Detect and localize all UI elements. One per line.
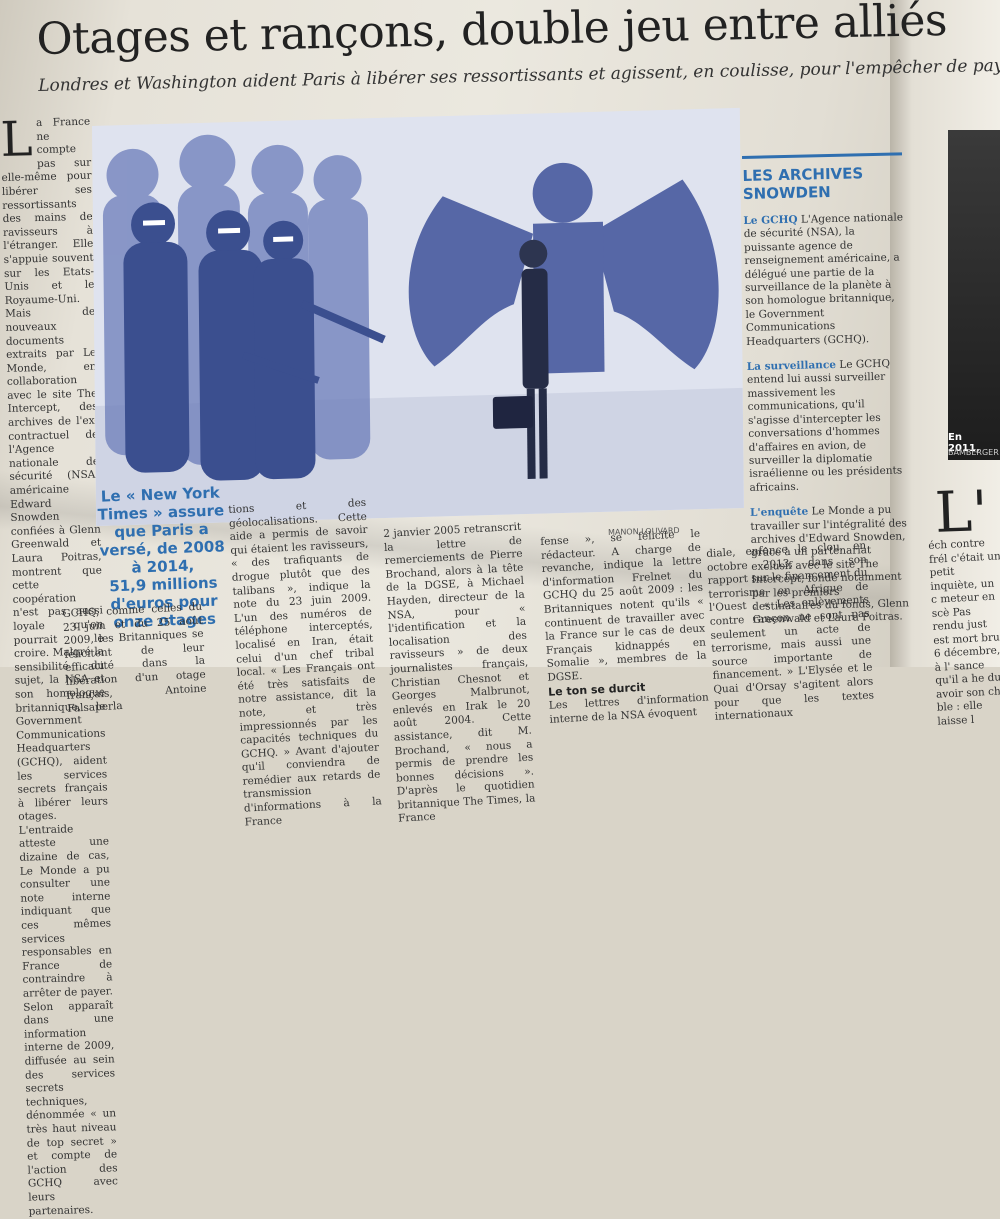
bottom-column-1: GCHQ, comme celles du 23 juin et du 25 a… (62, 600, 207, 716)
illustration (92, 107, 744, 527)
illustration-svg (92, 107, 744, 527)
bottom-column-5: diale, enfonce le clou, en octobre 2013,… (706, 539, 875, 723)
bottom-column-2: tions et des géolocalisations. Cette aid… (228, 496, 383, 829)
bottom-column-3: 2 janvier 2005 retranscrit la lettre de … (383, 520, 536, 826)
sidebar-paragraph: Le GCHQ L'Agence nationale de sécurité (… (743, 211, 904, 348)
right-drop-cap: L' (933, 479, 989, 546)
portrait-photo (948, 130, 1000, 460)
bottom-column-4: fense », se félicite le rédacteur. A cha… (540, 527, 709, 726)
drop-cap: L (0, 111, 34, 168)
sidebar-title: LES ARCHIVES SNOWDEN (742, 164, 864, 203)
sidebar-paragraph: La surveillance Le GCHQ entend lui aussi… (746, 357, 903, 494)
photo-credit: BAMBERGER (948, 448, 999, 457)
right-column-text: éch contre frél c'était un petit inquièt… (928, 537, 1000, 728)
briefcase (492, 395, 534, 429)
pull-quote-text: Le « New York Times » assure que Paris a… (97, 483, 226, 577)
